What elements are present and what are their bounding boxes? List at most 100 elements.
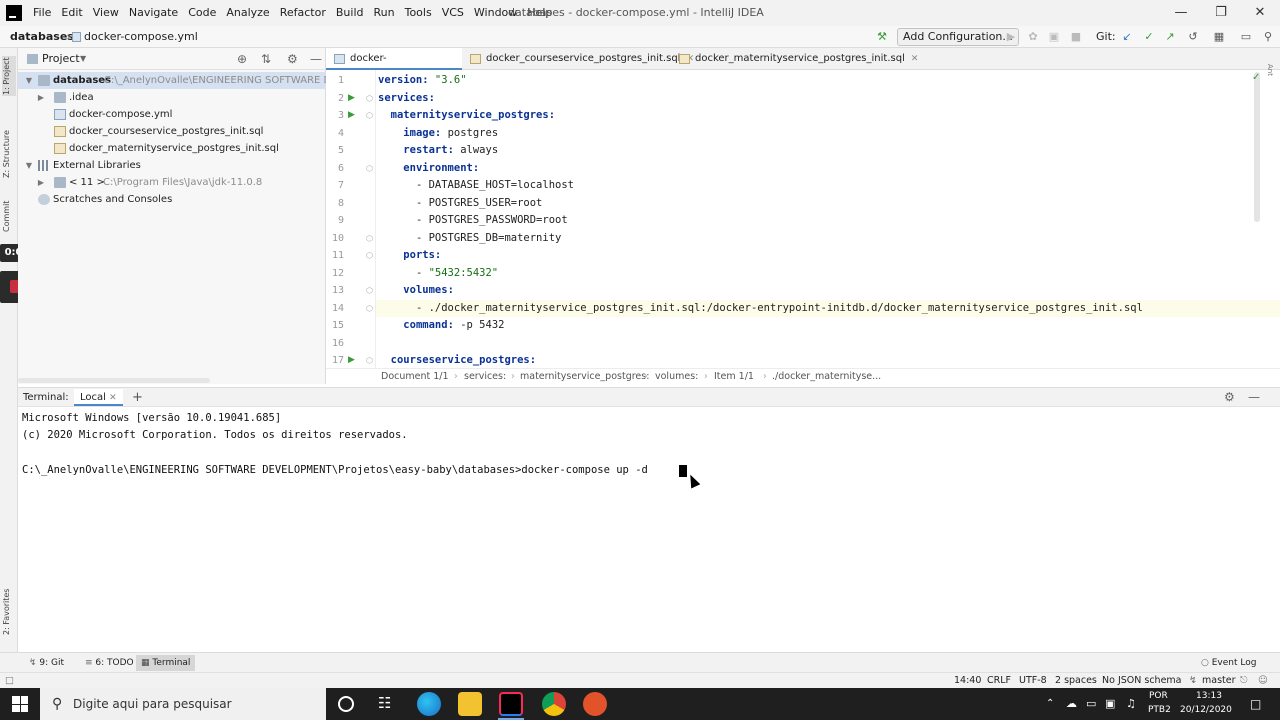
commit-tool-tab[interactable]: Commit: [2, 196, 16, 236]
nav-crumb-project[interactable]: databases: [10, 26, 74, 48]
project-tool-tab[interactable]: 1: Project: [2, 56, 16, 96]
menu-edit[interactable]: Edit: [56, 0, 87, 26]
chrome-app-icon[interactable]: [542, 692, 566, 716]
tray-cloud-icon[interactable]: ☁: [1066, 697, 1077, 710]
push-icon[interactable]: ↗: [1162, 29, 1178, 45]
breadcrumb-item[interactable]: Item 1/1: [714, 369, 754, 385]
fold-marker-icon[interactable]: ⬡: [366, 230, 374, 248]
inspection-ok-icon[interactable]: ✓: [1252, 72, 1260, 83]
editor-gutter[interactable]: 1 2 ▶ ⬡ 3 ▶ ⬡ 4 5 6 ⬡ 7 8 9 10 ⬡ 11 ⬡ 12 13 ⬡ 14 ⬡ 15 16 17 ▶ ⬡: [326, 70, 376, 368]
presentation-icon[interactable]: ▭: [1238, 29, 1254, 45]
status-cursor-position[interactable]: 14:40: [954, 673, 981, 688]
terminal-tab-local[interactable]: Local ✕: [74, 389, 123, 406]
run-icon[interactable]: ▶: [1003, 29, 1019, 45]
tab-docker-compose[interactable]: docker-compose.yml✕: [326, 48, 462, 86]
add-terminal-icon[interactable]: +: [132, 388, 143, 407]
breadcrumb-services[interactable]: services:: [464, 369, 506, 385]
hide-panel-icon[interactable]: —: [1248, 388, 1260, 407]
status-line-separator[interactable]: CRLF: [987, 673, 1011, 688]
file-explorer-app-icon[interactable]: [458, 692, 482, 716]
fold-marker-icon[interactable]: ⬡: [366, 247, 374, 265]
commit-icon[interactable]: ✓: [1141, 29, 1157, 45]
fold-marker-icon[interactable]: ⬡: [366, 90, 374, 108]
gear-icon[interactable]: ⚙: [1224, 388, 1235, 407]
gear-icon[interactable]: ⚙: [287, 48, 298, 70]
menu-tools[interactable]: Tools: [400, 0, 437, 26]
locate-icon[interactable]: ⊕: [237, 48, 247, 70]
editor-scrollbar[interactable]: [1254, 72, 1260, 222]
terminal-tool-tab[interactable]: ▦ Terminal: [136, 655, 196, 671]
status-panel-toggle-icon[interactable]: □: [5, 673, 14, 688]
ant-tool-tab[interactable]: Ant: [1266, 64, 1274, 76]
fold-marker-icon[interactable]: ⬡: [366, 352, 374, 370]
update-project-icon[interactable]: ↙: [1119, 29, 1135, 45]
lock-icon[interactable]: ⎋: [1240, 673, 1248, 688]
breadcrumb-document[interactable]: Document 1/1: [381, 369, 449, 385]
hammer-icon[interactable]: ⚒: [874, 29, 890, 45]
event-log-tool-tab[interactable]: ○ Event Log: [1196, 655, 1261, 671]
status-json-schema[interactable]: No JSON schema: [1102, 673, 1182, 688]
fold-marker-icon[interactable]: ⬡: [366, 160, 374, 178]
fold-marker-icon[interactable]: ⬡: [366, 282, 374, 300]
menu-navigate[interactable]: Navigate: [124, 0, 183, 26]
breadcrumb-maternityservice[interactable]: maternityservice_postgres:: [520, 369, 649, 385]
close-icon[interactable]: ✕: [109, 393, 117, 403]
breadcrumb-volume-path[interactable]: ./docker_maternityse...: [772, 369, 881, 385]
fold-marker-icon[interactable]: ⬡: [366, 300, 374, 318]
task-view-icon[interactable]: ☷: [378, 694, 391, 712]
run-gutter-icon[interactable]: ▶: [348, 90, 358, 108]
tray-battery-icon[interactable]: ▭: [1086, 697, 1096, 710]
menu-code[interactable]: Code: [183, 0, 221, 26]
chevron-right-icon[interactable]: ▶: [36, 89, 46, 106]
fold-marker-icon[interactable]: ⬡: [366, 107, 374, 125]
windows-start-icon[interactable]: [12, 696, 28, 712]
tree-item-databases[interactable]: ▼ databases C:\_AnelynOvalle\ENGINEERING…: [18, 72, 356, 89]
menu-refactor[interactable]: Refactor: [275, 0, 331, 26]
menu-analyze[interactable]: Analyze: [221, 0, 274, 26]
menu-file[interactable]: File: [28, 0, 56, 26]
tab-courseservice-sql[interactable]: docker_courseservice_postgres_init.sql ✕: [462, 48, 694, 70]
tray-date[interactable]: 20/12/2020: [1180, 705, 1232, 715]
breadcrumb-volumes[interactable]: volumes:: [655, 369, 698, 385]
add-configuration-button[interactable]: Add Configuration...: [897, 28, 1019, 46]
chevron-right-icon[interactable]: ▶: [36, 174, 46, 191]
todo-tool-tab[interactable]: ≡ 6: TODO: [80, 655, 139, 671]
code-editor[interactable]: version: "3.6" services: maternityservice…: [376, 70, 1280, 368]
structure-tool-tab[interactable]: Z: Structure: [2, 124, 16, 184]
tray-language[interactable]: POR: [1149, 691, 1168, 701]
project-panel-title[interactable]: Project: [42, 48, 80, 70]
tray-volume-icon[interactable]: ♫: [1126, 697, 1136, 710]
close-window-icon[interactable]: ✕: [1237, 0, 1280, 26]
stop-icon[interactable]: ■: [1068, 29, 1084, 45]
tray-time[interactable]: 13:13: [1196, 691, 1222, 701]
status-git-branch[interactable]: master: [1202, 673, 1236, 688]
chevron-down-icon[interactable]: ▼: [24, 72, 34, 89]
cortana-icon[interactable]: [338, 696, 354, 712]
chevron-down-icon[interactable]: ▼: [80, 48, 86, 70]
nav-crumb-file[interactable]: docker-compose.yml: [84, 26, 198, 48]
close-icon[interactable]: ✕: [911, 54, 919, 64]
git-tool-tab[interactable]: ↯ 9: Git: [24, 655, 69, 671]
notifications-icon[interactable]: ☺: [1258, 673, 1268, 688]
menu-run[interactable]: Run: [369, 0, 400, 26]
edge-app-icon[interactable]: [417, 692, 441, 716]
notification-center-icon[interactable]: □: [1250, 697, 1261, 711]
rollback-icon[interactable]: ↺: [1185, 29, 1201, 45]
menu-view[interactable]: View: [88, 0, 124, 26]
hide-panel-icon[interactable]: —: [310, 48, 322, 70]
status-indent[interactable]: 2 spaces: [1055, 673, 1097, 688]
project-structure-icon[interactable]: ▦: [1211, 29, 1227, 45]
taskbar-search-input[interactable]: ⚲ Digite aqui para pesquisar: [40, 688, 326, 720]
recorder-app-icon[interactable]: [583, 692, 607, 716]
project-horizontal-scrollbar[interactable]: [18, 378, 210, 383]
intellij-app-icon[interactable]: [499, 692, 523, 716]
favorites-tool-tab[interactable]: 2: Favorites: [2, 582, 16, 642]
run-gutter-icon[interactable]: ▶: [348, 107, 358, 125]
coverage-icon[interactable]: ▣: [1046, 29, 1062, 45]
tab-maternityservice-sql[interactable]: docker_maternityservice_postgres_init.sq…: [671, 48, 918, 70]
tray-overflow-icon[interactable]: ⌃: [1046, 698, 1054, 709]
collapse-all-icon[interactable]: ⇅: [261, 48, 271, 70]
menu-vcs[interactable]: VCS: [437, 0, 469, 26]
run-gutter-icon[interactable]: ▶: [348, 352, 358, 370]
terminal-output[interactable]: Microsoft Windows [versão 10.0.19041.685…: [18, 407, 1280, 652]
